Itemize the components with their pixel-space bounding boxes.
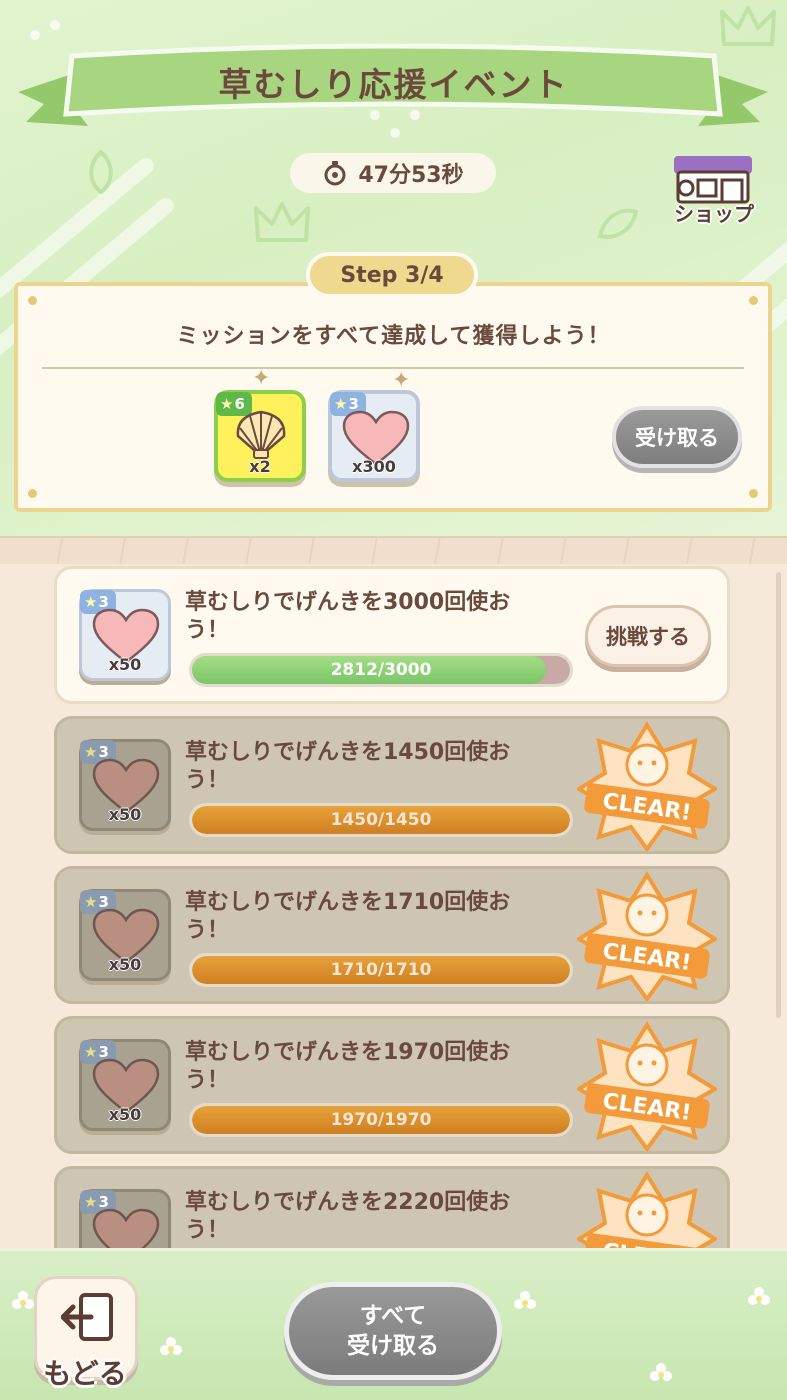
step-message: ミッションをすべて達成して獲得しよう！ [176,324,611,349]
clear-stamp: CLEAR! [577,1021,717,1151]
progress-text: 1970/1970 [330,1110,432,1130]
stopwatch-icon [324,161,346,186]
flower-deco-icon [12,1291,34,1309]
progress-text: 2812/3000 [330,660,432,680]
progress-text: 1450/1450 [330,810,432,830]
step-label: Step 3/4 [306,252,478,298]
mission-progress-bar: 1710/1710 [189,953,573,987]
flower-deco-icon [748,1287,770,1305]
mission-list-scrollbar[interactable] [776,572,781,1018]
shop-label: ショップ [674,202,754,226]
event-timer: 47分53秒 [290,153,496,193]
flower-deco-icon [160,1337,182,1355]
sparkle-icon: ✦ [252,366,271,391]
shop-button[interactable]: ショップ [664,150,764,230]
mission-card: ★ 3 x50 草むしりでげんきを1450回使おう！ 1450/1450 CLE… [54,716,730,854]
crown-deco-icon [254,202,310,242]
flower-deco-icon [514,1291,536,1309]
mission-reward-quantity: x50 [108,655,142,674]
flower-deco-icon [650,1363,672,1381]
mission-card: ★ 3 x50 草むしりでげんきを1710回使おう！ 1710/1710 CLE… [54,866,730,1004]
mission-title: 草むしりでげんきを1450回使おう！ [185,740,511,793]
mission-reward-icon: ★ 3 x50 [79,589,171,681]
receive-step-reward-button[interactable]: 受け取る [612,406,742,468]
clear-stamp: CLEAR! [577,1171,717,1256]
mission-card: ★ 3 x50 草むしりでげんきを3000回使おう！ 2812/3000 挑戦す… [54,566,730,704]
mission-reward-icon: ★ 3 x50 [79,1039,171,1131]
timer-text: 47分53秒 [358,163,464,188]
clear-stamp: CLEAR! [577,721,717,851]
back-label: もどる [43,1357,127,1390]
mission-title: 草むしりでげんきを3000回使おう！ [185,590,511,643]
mission-reward-icon: ★ 3 x50 [79,739,171,831]
reward-item-shell[interactable]: ★ 6 x2 [214,390,306,482]
receive-all-label: すべて 受け取る [347,1303,439,1359]
challenge-button[interactable]: 挑戦する [585,605,711,667]
mission-title: 草むしりでげんきを1970回使おう！ [185,1040,511,1093]
mission-list[interactable]: ★ 3 x50 草むしりでげんきを3000回使おう！ 2812/3000 挑戦す… [0,566,787,1256]
mission-title: 草むしりでげんきを1710回使おう！ [185,890,511,943]
mission-reward-icon: ★ 3 x50 [79,1189,171,1256]
reward-item-heart[interactable]: ★ 3 x300 [328,390,420,482]
receive-all-button[interactable]: すべて 受け取る [284,1282,502,1380]
shell-icon [236,410,286,459]
mission-reward-icon: ★ 3 x50 [79,889,171,981]
event-title: 草むしり応援イベント [218,65,569,104]
mission-title: 草むしりでげんきを2220回使おう！ [185,1190,511,1243]
list-header-band [0,536,787,564]
mission-reward-quantity: x50 [108,955,142,974]
mission-progress-bar: 1450/1450 [189,803,573,837]
leaf-deco-icon [597,208,639,239]
reward-quantity: x2 [249,457,271,476]
exit-door-icon [61,1293,113,1341]
mission-reward-quantity: x50 [108,1105,142,1124]
mission-reward-quantity: x50 [108,805,142,824]
mission-progress-bar: 2812/3000 [189,653,573,687]
progress-text: 1710/1710 [330,960,432,980]
mission-card: ★ 3 x50 草むしりでげんきを2220回使おう！ CLEAR! [54,1166,730,1256]
mission-card: ★ 3 x50 草むしりでげんきを1970回使おう！ 1970/1970 CLE… [54,1016,730,1154]
mission-progress-bar: 1970/1970 [189,1103,573,1137]
leaf-deco-icon [89,150,113,194]
clear-stamp: CLEAR! [577,871,717,1001]
reward-quantity: x300 [352,457,396,476]
